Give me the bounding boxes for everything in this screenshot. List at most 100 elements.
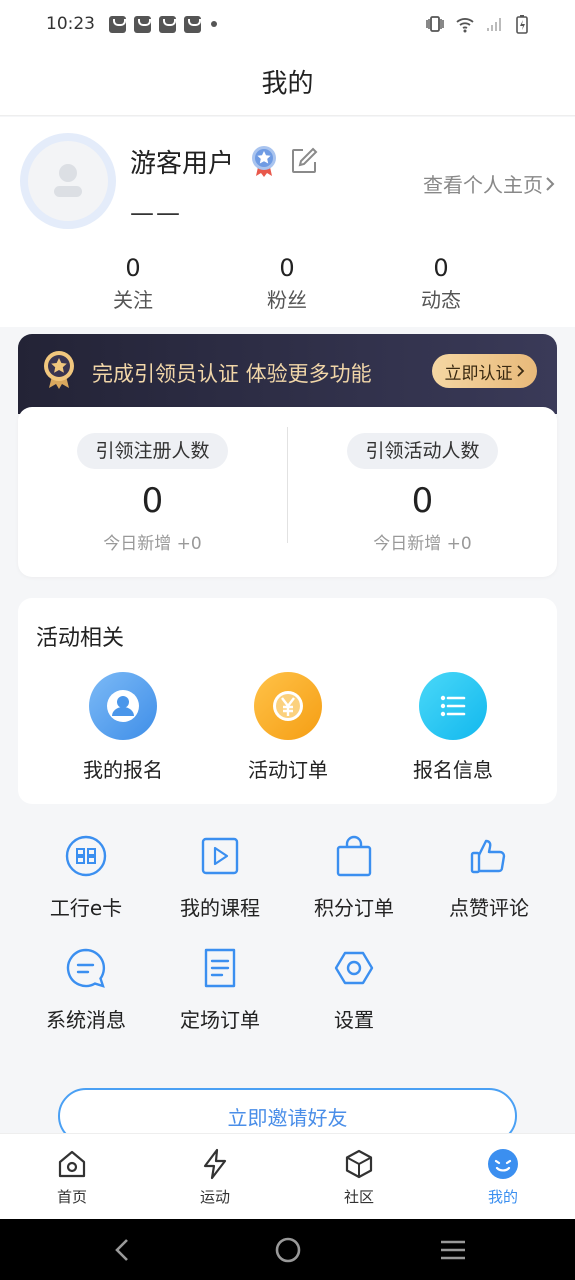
lead-stat-title: 引领活动人数	[347, 433, 498, 469]
lead-register-stat[interactable]: 引领注册人数 0 今日新增 +0	[18, 407, 287, 577]
tab-label: 首页	[56, 1188, 87, 1206]
tab-mine[interactable]: 我的	[453, 1146, 553, 1207]
certification-text: 完成引领员认证 体验更多功能	[92, 362, 372, 386]
stat-following[interactable]: 0 关注	[73, 253, 193, 317]
tab-community[interactable]: 社区	[309, 1146, 409, 1207]
tab-home[interactable]: 首页	[22, 1146, 122, 1207]
lead-stat-subtext: 今日新增 +0	[103, 534, 202, 554]
activity-item-label: 活动订单	[248, 758, 328, 782]
view-homepage-label: 查看个人主页	[423, 173, 543, 197]
certify-now-button[interactable]: 立即认证	[432, 354, 537, 388]
stat-label: 关注	[113, 288, 153, 312]
venue-orders-button[interactable]: 定场订单	[153, 944, 287, 1033]
stat-value: 0	[279, 254, 295, 282]
profile-icon	[488, 1149, 518, 1179]
stat-label: 粉丝	[267, 288, 307, 312]
registration-info-button[interactable]: 报名信息	[373, 672, 533, 783]
certify-now-label: 立即认证	[444, 363, 513, 384]
activity-orders-button[interactable]: 活动订单	[208, 672, 368, 783]
edit-icon[interactable]	[290, 147, 318, 175]
grid-item-label: 点赞评论	[449, 896, 529, 920]
avatar[interactable]	[20, 133, 116, 229]
cube-icon	[345, 1149, 373, 1179]
my-registration-button[interactable]: 我的报名	[43, 672, 203, 783]
grid-item-label: 设置	[334, 1008, 374, 1032]
lead-stat-value: 0	[411, 481, 434, 521]
grid-item-label: 积分订单	[314, 896, 394, 920]
tab-sports[interactable]: 运动	[165, 1146, 265, 1207]
lead-stat-title: 引领注册人数	[77, 433, 228, 469]
card-icon	[65, 835, 107, 877]
grid-item-label: 工行e卡	[49, 896, 123, 920]
lead-stats-card: 引领注册人数 0 今日新增 +0 引领活动人数 0 今日新增 +0	[18, 407, 557, 577]
system-navigation-bar	[0, 1219, 575, 1280]
tab-label: 运动	[199, 1188, 230, 1206]
bottom-tab-bar: 首页 运动 社区 我的	[0, 1133, 575, 1219]
chevron-right-icon	[516, 365, 524, 377]
view-homepage-link[interactable]: 查看个人主页	[423, 169, 557, 198]
grid-item-label: 定场订单	[180, 1008, 260, 1032]
stat-label: 动态	[421, 288, 461, 312]
battery-icon	[516, 15, 528, 34]
back-icon	[115, 1239, 128, 1261]
document-icon	[204, 948, 236, 988]
settings-button[interactable]: 设置	[287, 944, 421, 1033]
list-icon	[419, 672, 487, 740]
status-bar: 10:23	[0, 0, 575, 48]
icbc-ecard-button[interactable]: 工行e卡	[19, 832, 153, 921]
tab-label: 我的	[487, 1188, 518, 1206]
chevron-right-icon	[546, 176, 555, 191]
likes-comments-button[interactable]: 点赞评论	[422, 832, 556, 921]
stat-value: 0	[125, 254, 141, 282]
username: 游客用户	[130, 149, 235, 179]
stat-value: 0	[433, 254, 449, 282]
user-signature: ——	[130, 199, 182, 227]
grid-item-label: 我的课程	[180, 896, 260, 920]
signal-icon	[487, 18, 501, 31]
activity-section-title: 活动相关	[36, 626, 125, 651]
settings-icon	[334, 951, 374, 985]
page-header: 我的	[0, 48, 575, 116]
home-icon	[58, 1150, 86, 1178]
vibrate-icon	[426, 16, 444, 32]
wifi-icon	[456, 18, 474, 33]
play-icon	[201, 837, 239, 875]
menu-icon	[441, 1240, 465, 1260]
stat-posts[interactable]: 0 动态	[381, 253, 501, 317]
recents-button[interactable]	[433, 1233, 473, 1267]
tab-label: 社区	[343, 1188, 374, 1206]
notification-bag-icon	[159, 15, 176, 33]
home-circle-icon	[275, 1237, 301, 1263]
home-nav-button[interactable]	[268, 1233, 308, 1267]
certification-banner: 完成引领员认证 体验更多功能 立即认证	[18, 334, 557, 414]
stat-followers[interactable]: 0 粉丝	[227, 253, 347, 317]
activity-item-label: 报名信息	[413, 758, 493, 782]
notification-bag-icon	[134, 15, 151, 33]
profile-section: 游客用户 —— 查看个人主页 0 关注 0 粉丝 0 动态	[0, 117, 575, 327]
function-grid: 工行e卡 我的课程 积分订单 点赞评论 系统消息 定场订单 设置	[0, 820, 575, 1070]
lead-activity-stat[interactable]: 引领活动人数 0 今日新增 +0	[288, 407, 557, 577]
notification-bag-icon	[109, 15, 126, 33]
lead-stat-value: 0	[141, 481, 164, 521]
activity-card: 活动相关 我的报名 活动订单 报名信息	[18, 598, 557, 804]
status-time: 10:23	[46, 14, 95, 34]
medal-badge-icon	[252, 146, 276, 177]
page-title: 我的	[261, 69, 314, 99]
user-icon	[89, 672, 157, 740]
points-orders-button[interactable]: 积分订单	[287, 832, 421, 921]
back-button[interactable]	[102, 1233, 142, 1267]
grid-item-label: 系统消息	[46, 1008, 126, 1032]
yen-icon	[254, 672, 322, 740]
my-courses-button[interactable]: 我的课程	[153, 832, 287, 921]
activity-item-label: 我的报名	[83, 758, 163, 782]
bag-icon	[336, 835, 372, 877]
bolt-icon	[203, 1148, 227, 1180]
message-icon	[66, 948, 106, 988]
more-notifications-dot-icon	[211, 21, 217, 27]
lead-stat-subtext: 今日新增 +0	[373, 534, 472, 554]
default-avatar-icon	[54, 164, 82, 197]
notification-bag-icon	[184, 15, 201, 33]
invite-friends-label: 立即邀请好友	[227, 1105, 348, 1130]
system-messages-button[interactable]: 系统消息	[19, 944, 153, 1033]
thumb-up-icon	[470, 839, 506, 874]
